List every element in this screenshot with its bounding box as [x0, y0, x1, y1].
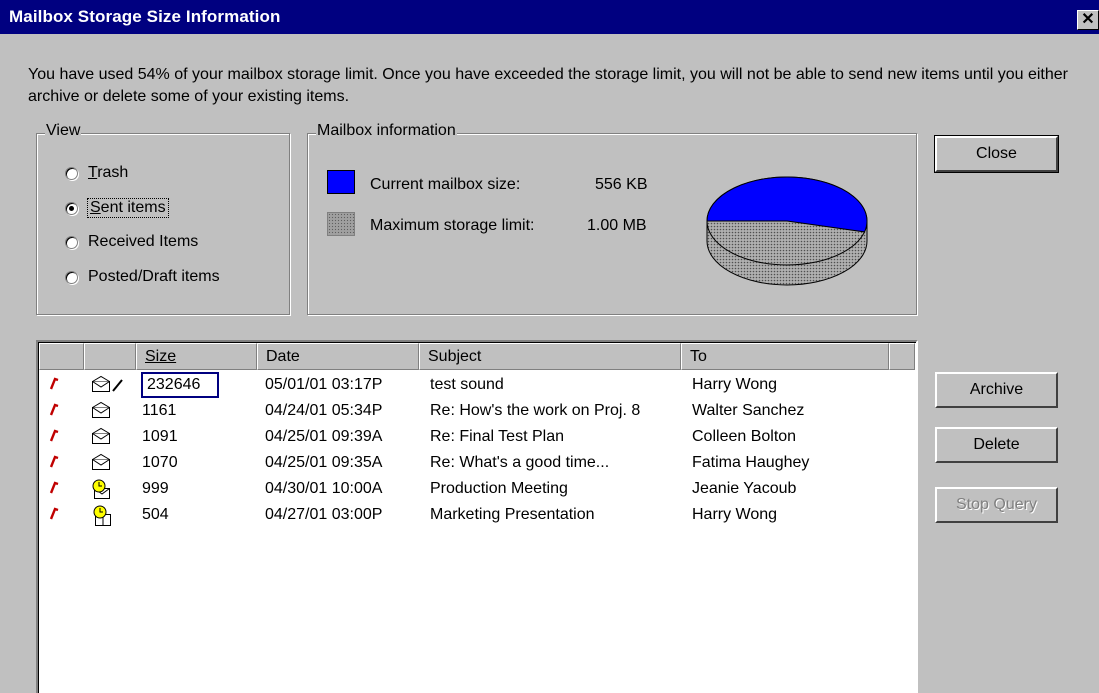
- cell-to: Harry Wong: [692, 506, 778, 523]
- radio-button[interactable]: [65, 270, 78, 284]
- cell-date: 04/30/01 10:00A: [265, 480, 383, 497]
- cell-subject: Re: Final Test Plan: [430, 428, 564, 445]
- envelope-icon: [91, 427, 111, 450]
- flag-icon: [49, 454, 59, 473]
- close-icon: ✕: [1081, 11, 1095, 28]
- view-group-legend: View: [45, 122, 82, 140]
- usage-message: You have used 54% of your mailbox storag…: [28, 66, 1068, 105]
- cell-subject: test sound: [430, 376, 504, 393]
- mailbox-info-legend: Mailbox information: [316, 122, 457, 140]
- radio-received-items[interactable]: Received Items: [65, 230, 198, 254]
- cell-size: 1091: [142, 428, 178, 445]
- radio-label: Received Items: [88, 233, 199, 250]
- max-limit-value: 1.00 MB: [587, 217, 647, 234]
- table-row[interactable]: 1070 04/25/01 09:35A Re: What's a good tim…: [39, 450, 915, 476]
- flag-icon: [49, 402, 59, 421]
- col-header-date[interactable]: Date: [257, 343, 419, 370]
- radio-label: Sent items: [87, 198, 169, 218]
- radio-label: Trash: [88, 164, 129, 181]
- envelope-edit-icon: [91, 375, 125, 398]
- flag-icon: [49, 428, 59, 447]
- radio-trash[interactable]: Trash: [65, 161, 128, 185]
- cell-date: 04/25/01 09:35A: [265, 454, 383, 471]
- archive-button[interactable]: Archive: [935, 372, 1058, 408]
- cell-date: 04/24/01 05:34P: [265, 402, 383, 419]
- items-list[interactable]: Size Date Subject To 232646 05/01/01 03:1…: [36, 340, 918, 693]
- envelope-icon: [91, 453, 111, 476]
- col-header-size[interactable]: Size: [136, 343, 257, 370]
- col-header-subject[interactable]: Subject: [419, 343, 681, 370]
- cell-date: 05/01/01 03:17P: [265, 376, 383, 393]
- max-limit-label: Maximum storage limit:: [370, 217, 535, 234]
- radio-button[interactable]: [65, 166, 78, 180]
- current-size-value: 556 KB: [595, 176, 648, 193]
- cell-size: 999: [142, 480, 169, 497]
- cell-size: 1161: [142, 402, 177, 419]
- flag-icon: [49, 376, 59, 395]
- cell-size: 232646: [141, 372, 219, 398]
- radio-button[interactable]: [65, 235, 78, 249]
- table-row[interactable]: 504 04/27/01 03:00P Marketing Presentation…: [39, 502, 915, 528]
- cell-to: Fatima Haughey: [692, 454, 810, 471]
- current-size-label: Current mailbox size:: [370, 176, 521, 193]
- view-group: View Trash Sent items Received Items Pos…: [36, 122, 290, 315]
- cell-subject: Production Meeting: [430, 480, 568, 497]
- envelope-icon: [91, 401, 111, 424]
- close-window-button[interactable]: ✕: [1077, 10, 1099, 30]
- current-size-swatch: [327, 170, 355, 194]
- radio-button[interactable]: [65, 201, 78, 215]
- flag-icon: [49, 480, 59, 499]
- table-row[interactable]: 999 04/30/01 10:00A Production Meeting Jean…: [39, 476, 915, 502]
- max-limit-swatch: [327, 212, 355, 236]
- stop-query-button[interactable]: Stop Query: [935, 487, 1058, 523]
- table-row[interactable]: 1091 04/25/01 09:39A Re: Final Test Plan Co…: [39, 424, 915, 450]
- radio-sent-items[interactable]: Sent items: [65, 196, 169, 220]
- cell-subject: Re: How's the work on Proj. 8: [430, 402, 641, 419]
- title-bar: Mailbox Storage Size Information ✕: [0, 0, 1099, 34]
- radio-label: Posted/Draft items: [88, 268, 220, 285]
- close-button[interactable]: Close: [934, 135, 1059, 173]
- window-title: Mailbox Storage Size Information: [9, 7, 281, 26]
- col-header-to[interactable]: To: [681, 343, 889, 370]
- cell-date: 04/25/01 09:39A: [265, 428, 383, 445]
- radio-posted-draft-items[interactable]: Posted/Draft items: [65, 265, 220, 289]
- cell-to: Jeanie Yacoub: [692, 480, 797, 497]
- col-header-flag[interactable]: [39, 343, 84, 370]
- delete-button[interactable]: Delete: [935, 427, 1058, 463]
- cell-subject: Re: What's a good time...: [430, 454, 610, 471]
- col-header-icon[interactable]: [84, 343, 136, 370]
- cell-to: Walter Sanchez: [692, 402, 805, 419]
- meeting-icon: [91, 505, 115, 532]
- cell-size: 1070: [142, 454, 178, 471]
- cell-to: Harry Wong: [692, 376, 778, 393]
- storage-pie-chart: [706, 176, 868, 286]
- cell-subject: Marketing Presentation: [430, 506, 595, 523]
- flag-icon: [49, 506, 59, 525]
- table-row[interactable]: 232646 05/01/01 03:17P test sound Harry Won…: [39, 372, 915, 398]
- cell-date: 04/27/01 03:00P: [265, 506, 383, 523]
- table-row[interactable]: 1161 04/24/01 05:34P Re: How's the work on…: [39, 398, 915, 424]
- cell-size: 504: [142, 506, 169, 523]
- list-header: Size Date Subject To: [39, 343, 915, 370]
- col-header-filler: [889, 343, 915, 370]
- cell-to: Colleen Bolton: [692, 428, 797, 445]
- mailbox-info-group: Mailbox information Current mailbox size…: [307, 122, 917, 315]
